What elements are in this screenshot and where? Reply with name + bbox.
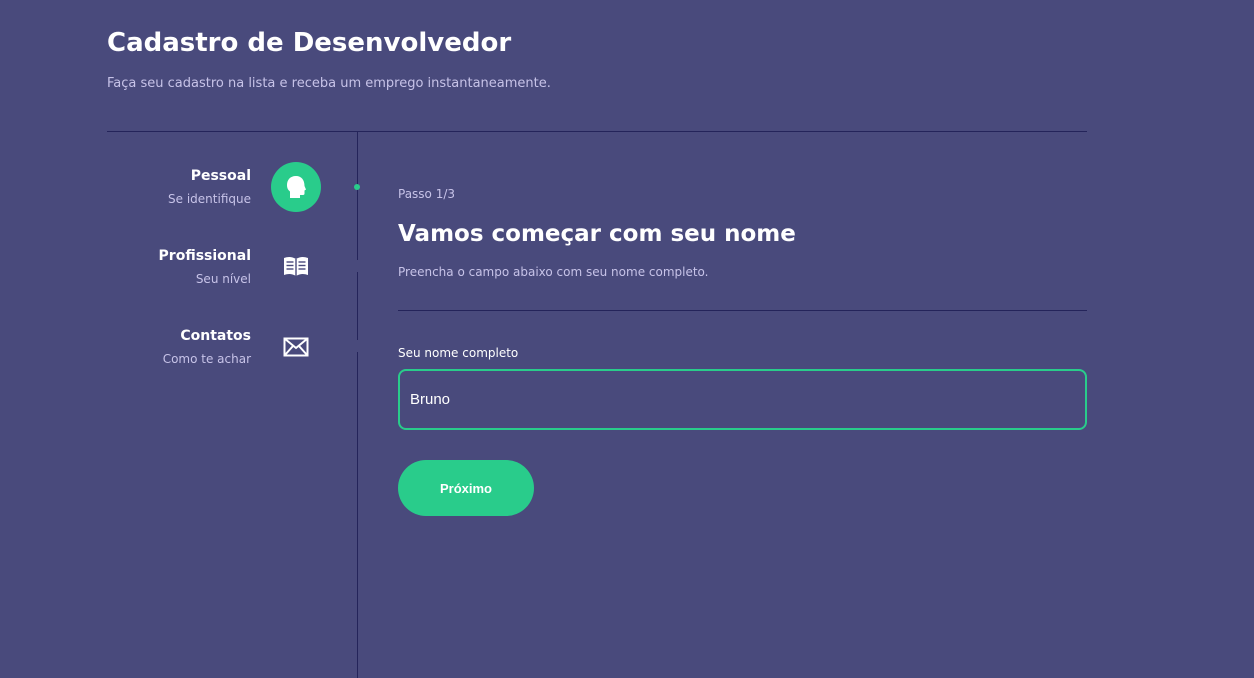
step-counter: Passo 1/3 [398, 187, 456, 201]
book-icon [284, 256, 308, 276]
step-subtitle: Se identifique [168, 192, 251, 206]
step-title: Pessoal [190, 168, 251, 184]
step-icon-circle [271, 162, 321, 212]
page-subtitle: Faça seu cadastro na lista e receba um e… [107, 76, 551, 91]
step-description: Preencha o campo abaixo com seu nome com… [398, 265, 709, 279]
step-subtitle: Seu nível [195, 272, 251, 286]
page-title: Cadastro de Desenvolvedor [107, 28, 512, 58]
step-pessoal[interactable]: Pessoal Se identifique [107, 159, 331, 215]
next-button[interactable]: Próximo [398, 460, 534, 516]
steps-divider-gap [354, 260, 361, 272]
content-divider [398, 310, 1087, 311]
step-text: Profissional Seu nível [159, 247, 251, 287]
step-subtitle: Como te achar [162, 352, 251, 366]
steps-divider-gap [354, 340, 361, 352]
step-text: Contatos Como te achar [163, 327, 251, 367]
step-icon-circle [271, 322, 321, 372]
step-contatos[interactable]: Contatos Como te achar [107, 319, 331, 375]
step-title: Profissional [158, 248, 251, 264]
header-divider [107, 131, 1087, 132]
step-title: Contatos [180, 328, 251, 344]
steps-divider [357, 131, 358, 678]
mail-icon [283, 337, 309, 357]
active-step-indicator [354, 184, 360, 190]
step-icon-circle [271, 242, 321, 292]
step-heading: Vamos começar com seu nome [398, 221, 796, 247]
full-name-label: Seu nome completo [398, 346, 519, 360]
full-name-input[interactable] [398, 369, 1087, 430]
user-head-icon [287, 176, 306, 198]
step-profissional[interactable]: Profissional Seu nível [107, 239, 331, 295]
registration-page: Cadastro de Desenvolvedor Faça seu cadas… [0, 0, 1254, 678]
step-text: Pessoal Se identifique [168, 167, 251, 207]
